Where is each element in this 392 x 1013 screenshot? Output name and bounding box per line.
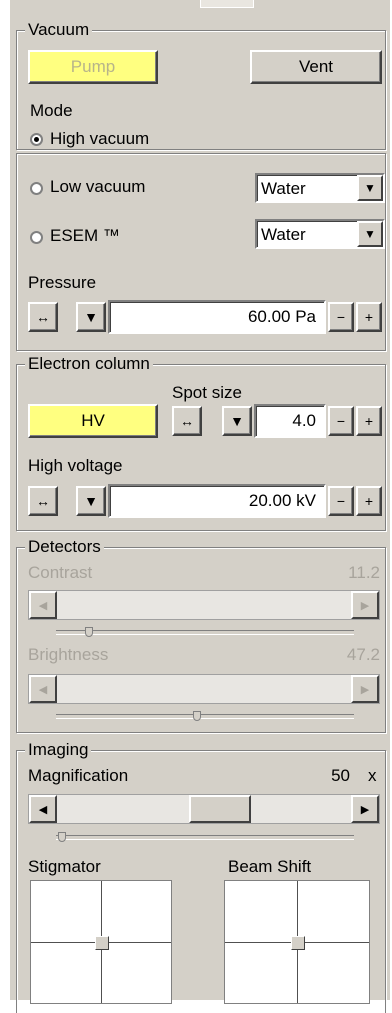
stigmator-pad[interactable]	[30, 880, 172, 1004]
esem-radio[interactable]	[30, 231, 43, 244]
beam-shift-pad[interactable]	[224, 880, 370, 1004]
hv-minus-button[interactable]: −	[328, 486, 354, 516]
magnification-slider-thumb[interactable]	[58, 832, 66, 842]
stigmator-handle[interactable]	[95, 936, 109, 950]
spot-minus-button[interactable]: −	[328, 406, 354, 436]
spot-size-value: 4.0	[292, 411, 316, 430]
scroll-right-icon[interactable]: ▶	[351, 675, 379, 703]
chevron-down-icon[interactable]: ▼	[357, 221, 383, 247]
magnification-slider-track[interactable]	[56, 835, 354, 840]
high-vacuum-label: High vacuum	[50, 129, 150, 148]
scroll-right-icon[interactable]: ▶	[351, 795, 379, 823]
spot-size-label: Spot size	[172, 383, 242, 402]
magnification-unit: x	[368, 766, 377, 785]
beam-shift-handle[interactable]	[291, 936, 305, 950]
high-voltage-label: High voltage	[28, 456, 123, 475]
vacuum-group-title: Vacuum	[25, 20, 93, 40]
spot-dropdown-button[interactable]: ▼	[222, 406, 252, 436]
mode-label: Mode	[30, 101, 73, 120]
chevron-down-icon[interactable]: ▼	[357, 175, 383, 201]
brightness-label: Brightness	[28, 645, 109, 664]
scroll-left-icon[interactable]: ◀	[29, 795, 57, 823]
pressure-coarse-button[interactable]: ↔	[28, 302, 58, 332]
magnification-scroll-thumb[interactable]	[189, 795, 251, 823]
pump-button[interactable]: Pump	[28, 50, 158, 84]
contrast-label: Contrast	[28, 563, 93, 582]
pressure-plus-button[interactable]: +	[356, 302, 382, 332]
imaging-title: Imaging	[25, 740, 92, 760]
scroll-right-icon[interactable]: ▶	[351, 591, 379, 619]
magnification-value: 50	[331, 766, 350, 785]
esem-gas-value: Water	[261, 225, 306, 244]
high-vacuum-radio[interactable]	[30, 133, 43, 146]
hv-coarse-button[interactable]: ↔	[28, 486, 58, 516]
contrast-value: 11.2	[348, 563, 380, 582]
low-vacuum-gas-select[interactable]: Water ▼	[255, 173, 385, 203]
contrast-slider-track[interactable]	[56, 630, 354, 635]
scroll-left-icon[interactable]: ◀	[29, 591, 57, 619]
pressure-dropdown-button[interactable]: ▼	[76, 302, 106, 332]
magnification-scrollbar[interactable]: ◀ ▶	[28, 794, 380, 824]
vent-button[interactable]: Vent	[250, 50, 382, 84]
contrast-scrollbar[interactable]: ◀ ▶	[28, 590, 380, 620]
brightness-slider-track[interactable]	[56, 714, 354, 719]
high-voltage-value: 20.00 kV	[248, 491, 316, 510]
brightness-scrollbar[interactable]: ◀ ▶	[28, 674, 380, 704]
pressure-value: 60.00 Pa	[247, 307, 316, 326]
esem-label: ESEM ™	[50, 226, 120, 245]
pressure-label: Pressure	[28, 273, 97, 292]
pressure-minus-button[interactable]: −	[328, 302, 354, 332]
low-vacuum-gas-value: Water	[261, 179, 306, 198]
spot-plus-button[interactable]: +	[356, 406, 382, 436]
beam-shift-label: Beam Shift	[228, 857, 312, 876]
scroll-left-icon[interactable]: ◀	[29, 675, 57, 703]
magnification-label: Magnification	[28, 766, 129, 785]
panel-top-tab[interactable]	[200, 0, 254, 8]
hv-button[interactable]: HV	[28, 404, 158, 438]
electron-column-title: Electron column	[25, 354, 153, 374]
brightness-slider-thumb[interactable]	[192, 711, 201, 721]
hv-dropdown-button[interactable]: ▼	[76, 486, 106, 516]
detectors-title: Detectors	[25, 537, 104, 557]
low-vacuum-label: Low vacuum	[50, 177, 146, 196]
hv-plus-button[interactable]: +	[356, 486, 382, 516]
brightness-value: 47.2	[346, 645, 380, 664]
stigmator-label: Stigmator	[28, 857, 101, 876]
spot-coarse-button[interactable]: ↔	[172, 406, 202, 436]
low-vacuum-radio[interactable]	[30, 182, 43, 195]
esem-gas-select[interactable]: Water ▼	[255, 219, 385, 249]
